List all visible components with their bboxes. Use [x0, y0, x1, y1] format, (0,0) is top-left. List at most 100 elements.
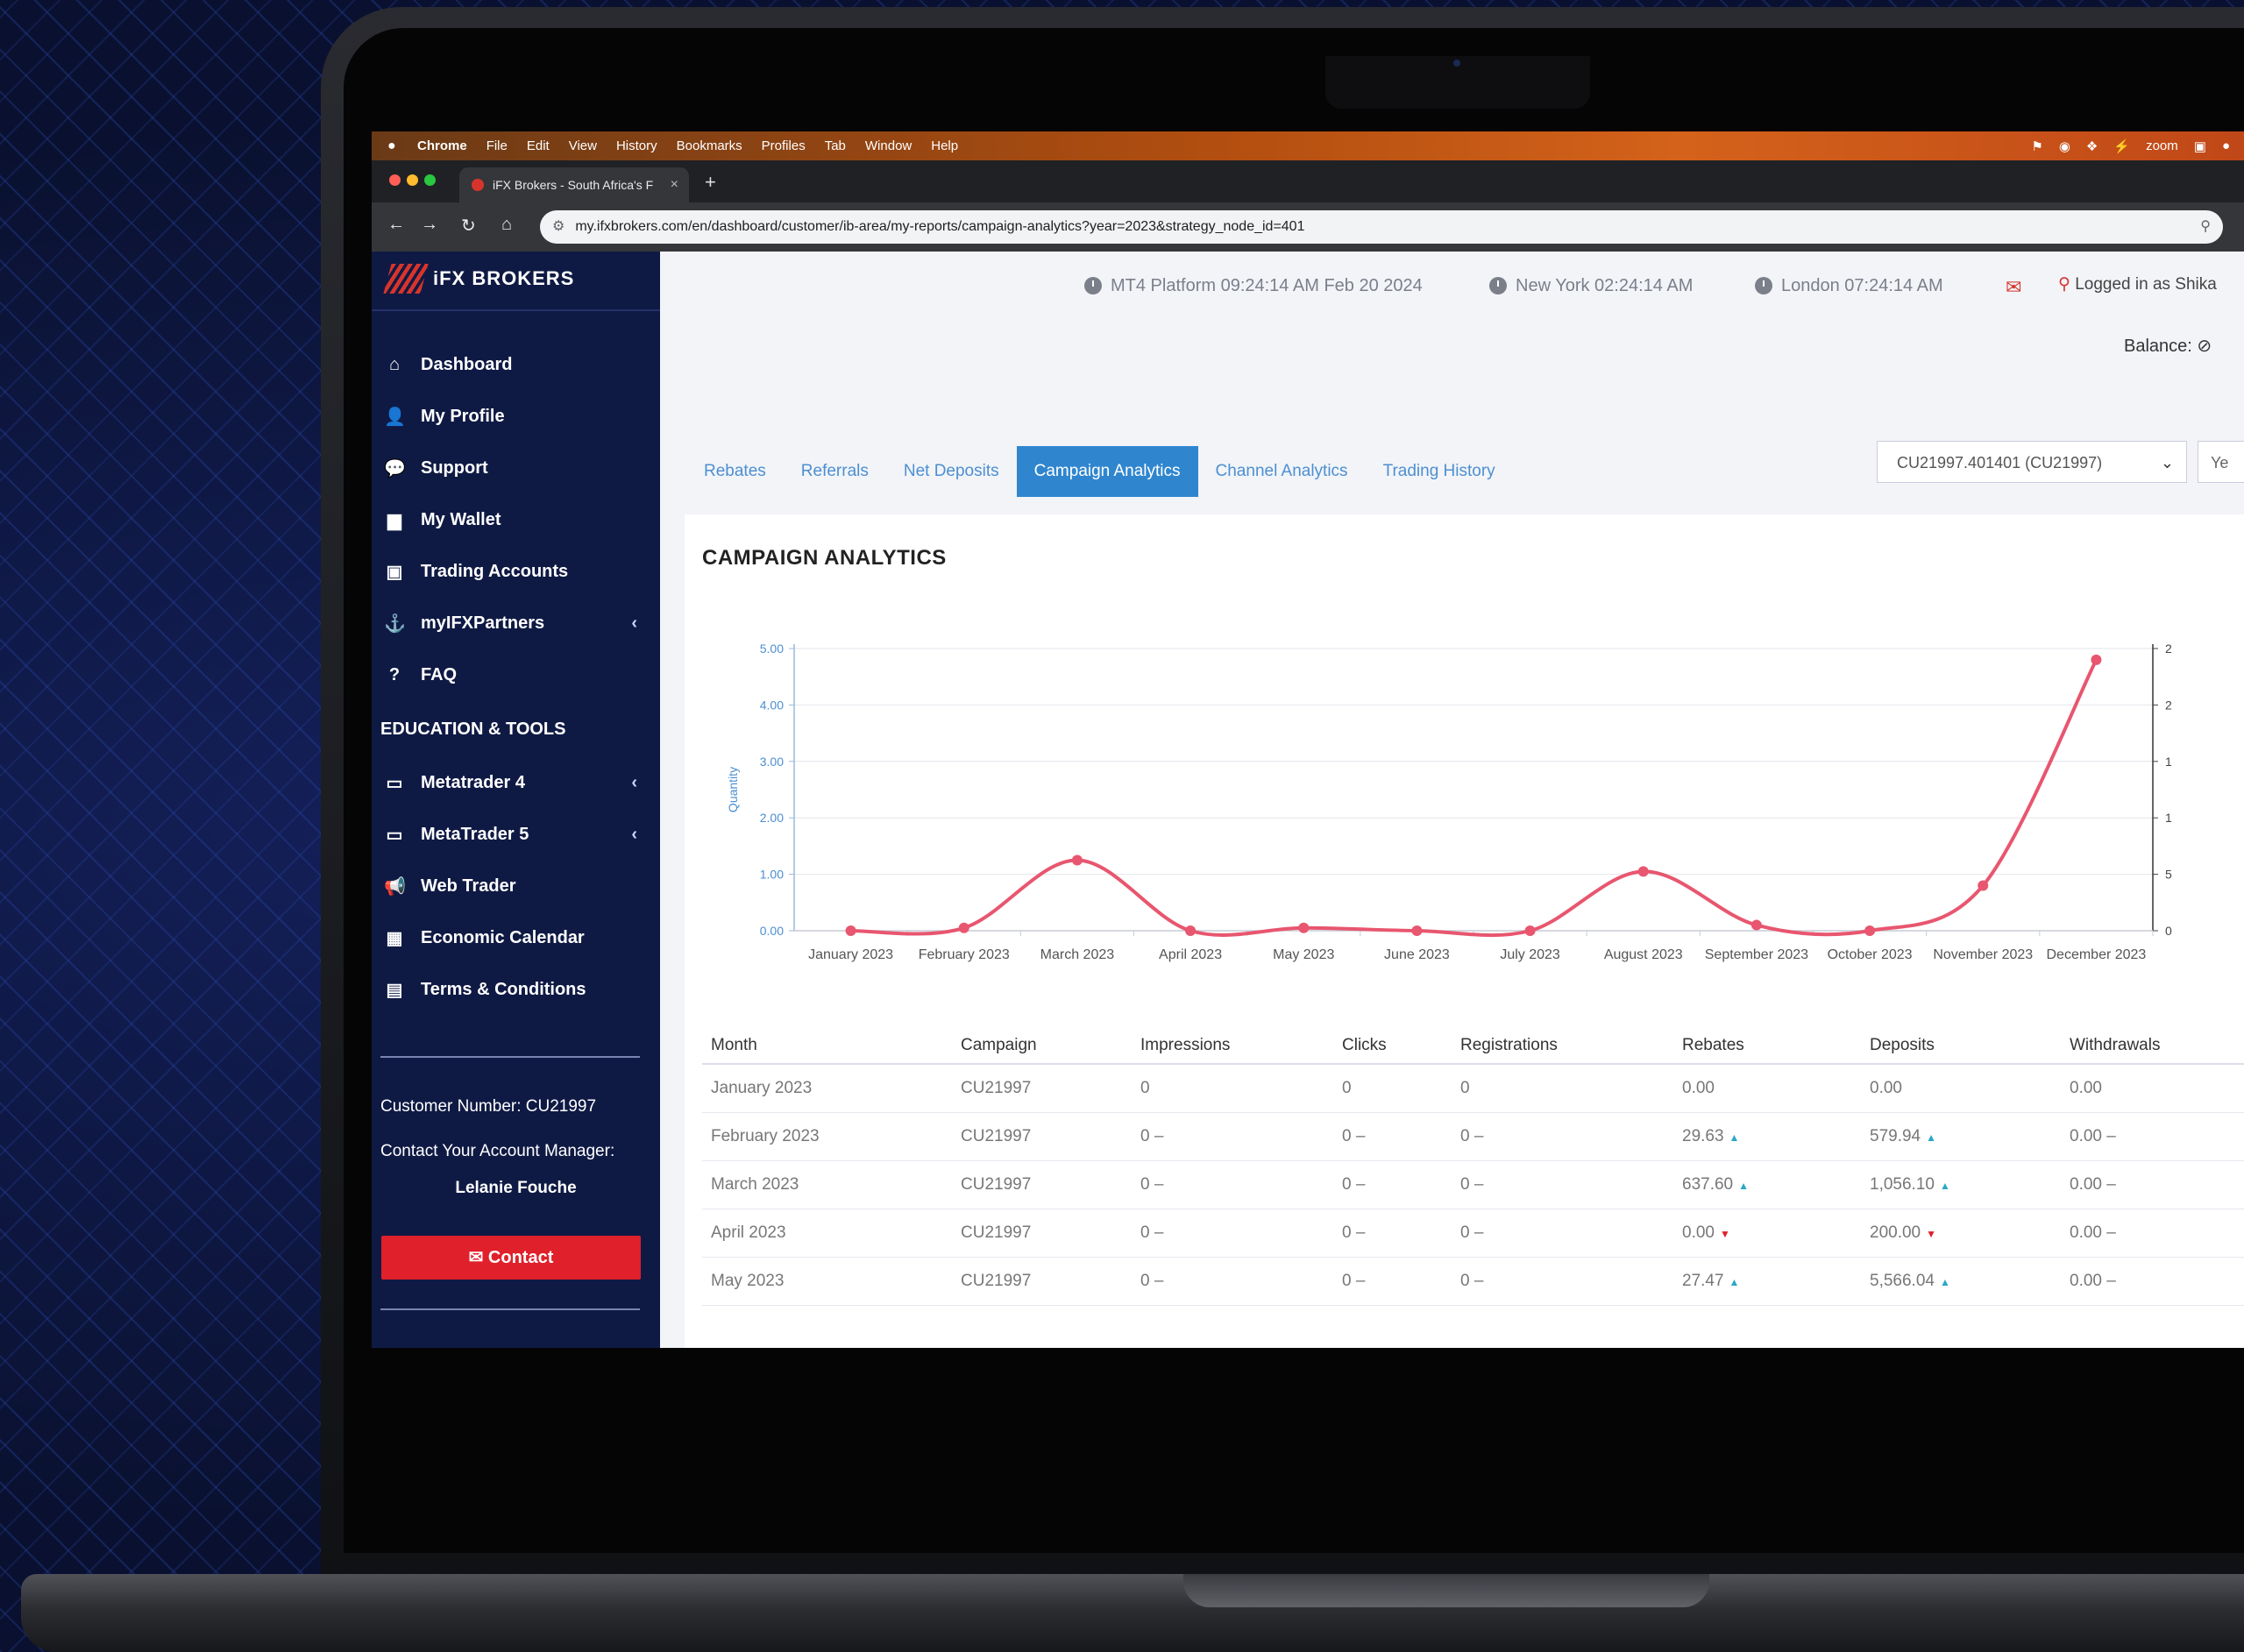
menu-window[interactable]: Window — [865, 138, 912, 153]
brand-logo[interactable]: iFX BROKERS — [383, 264, 574, 294]
user-icon: 👤 — [384, 408, 406, 427]
table-cell-registrations: 0 – — [1460, 1209, 1483, 1257]
cell-value: 0.00 — [2070, 1079, 2102, 1097]
cell-value: 5,566.04 — [1870, 1272, 1935, 1290]
data-point — [1071, 854, 1083, 866]
table-cell-rebates: 29.63 ▲ — [1682, 1113, 1739, 1160]
chevron-left-icon[interactable]: ‹ — [631, 773, 637, 793]
close-tab-icon[interactable]: × — [671, 177, 678, 193]
tab-campaign-analytics[interactable]: Campaign Analytics — [1016, 446, 1198, 497]
table-cell-month: May 2023 — [711, 1258, 784, 1305]
eye-slash-icon[interactable]: ⊘ — [2197, 337, 2212, 356]
table-cell-month: January 2023 — [711, 1065, 812, 1112]
menu-file[interactable]: File — [486, 138, 508, 153]
x-tick-label: April 2023 — [1159, 947, 1222, 962]
home-icon[interactable]: ⌂ — [501, 215, 512, 235]
address-bar[interactable]: ⚙ my.ifxbrokers.com/en/dashboard/customer… — [540, 210, 2223, 244]
clock-icon — [1489, 277, 1507, 294]
tab-channel-analytics[interactable]: Channel Analytics — [1198, 446, 1366, 497]
chevron-left-icon[interactable]: ‹ — [631, 825, 637, 845]
dropbox-icon[interactable]: ❖ — [2086, 138, 2098, 154]
account-select[interactable]: CU21997.401401 (CU21997) ⌄ — [1877, 441, 2187, 483]
tab-trading-history[interactable]: Trading History — [1366, 446, 1513, 497]
menu-help[interactable]: Help — [931, 138, 958, 153]
contact-button[interactable]: ✉ Contact — [381, 1236, 641, 1280]
table-cell-clicks: 0 — [1342, 1065, 1352, 1112]
close-window-button[interactable] — [389, 174, 401, 186]
table-row: April 2023 CU21997 0 –0 –0 –0.00 ▼ 200.00 ▼ 0.… — [702, 1209, 2244, 1258]
x-tick-label: January 2023 — [808, 947, 893, 962]
sidebar-item-terms[interactable]: ▤ Terms & Conditions — [372, 964, 660, 1016]
status-icon[interactable]: ⚑ — [2031, 138, 2042, 154]
table-cell-impressions: 0 – — [1140, 1258, 1163, 1305]
minimize-window-button[interactable] — [407, 174, 418, 186]
zoom-status[interactable]: zoom — [2146, 138, 2178, 153]
apple-icon[interactable]: ● — [387, 138, 405, 154]
sidebar-item-economic-calendar[interactable]: ▦ Economic Calendar — [372, 912, 660, 964]
sidebar-item-dashboard[interactable]: ⌂ Dashboard — [372, 339, 660, 391]
chevron-left-icon[interactable]: ‹ — [631, 613, 637, 634]
column-header: Withdrawals — [2070, 1036, 2161, 1054]
data-point — [1637, 866, 1649, 877]
menu-view[interactable]: View — [569, 138, 597, 153]
table-row: February 2023 CU21997 0 –0 –0 –29.63 ▲ 579.9… — [702, 1113, 2244, 1161]
y2-tick-label: 1 — [2165, 811, 2172, 825]
sidebar-item-web-trader[interactable]: 📢 Web Trader — [372, 861, 660, 912]
column-header: Impressions — [1140, 1036, 1231, 1054]
sidebar-item-myifxpartners[interactable]: ⚓ myIFXPartners ‹ — [372, 598, 660, 649]
notion-icon[interactable]: ▣ — [2194, 138, 2206, 154]
sidebar-item-label: Terms & Conditions — [421, 980, 586, 999]
campaign-analytics-panel: CAMPAIGN ANALYTICS 0.00 0 1.00 5 2.00 1 3.00 1 4… — [685, 514, 2244, 1348]
tab-referrals[interactable]: Referrals — [784, 446, 886, 497]
menu-edit[interactable]: Edit — [527, 138, 550, 153]
favicon-icon — [472, 179, 484, 191]
cell-value: 0 – — [1460, 1175, 1484, 1194]
report-tabs: Rebates Referrals Net Deposits Campaign … — [686, 446, 1513, 497]
menu-history[interactable]: History — [616, 138, 657, 153]
table-cell-deposits: 1,056.10 ▲ — [1870, 1161, 1950, 1209]
sidebar-item-my-profile[interactable]: 👤 My Profile — [372, 391, 660, 443]
menu-tab[interactable]: Tab — [825, 138, 846, 153]
table-cell-registrations: 0 – — [1460, 1113, 1483, 1160]
sidebar-item-faq[interactable]: ? FAQ — [372, 649, 660, 701]
sidebar-item-label: MetaTrader 5 — [421, 825, 529, 844]
tab-net-deposits[interactable]: Net Deposits — [886, 446, 1017, 497]
browser-tab[interactable]: iFX Brokers - South Africa's F × — [459, 167, 689, 202]
menu-bookmarks[interactable]: Bookmarks — [677, 138, 742, 153]
back-icon[interactable]: ← — [387, 215, 405, 235]
status-icon[interactable]: ◉ — [2059, 138, 2070, 154]
menu-app[interactable]: Chrome — [417, 138, 467, 153]
bolt-icon[interactable]: ⚡ — [2113, 138, 2130, 154]
zoom-icon[interactable]: ⚲ — [2200, 210, 2211, 244]
status-icon[interactable]: ● — [2222, 138, 2230, 153]
sidebar-item-metatrader-5[interactable]: ▭ MetaTrader 5 ‹ — [372, 809, 660, 861]
logged-in-user[interactable]: ⚲ Logged in as Shika — [2058, 274, 2217, 294]
reload-icon[interactable]: ↻ — [461, 215, 476, 237]
sidebar-item-my-wallet[interactable]: ▆ My Wallet — [372, 494, 660, 546]
data-point — [1411, 925, 1423, 936]
table-cell-rebates: 637.60 ▲ — [1682, 1161, 1749, 1209]
menu-profiles[interactable]: Profiles — [762, 138, 806, 153]
maximize-window-button[interactable] — [424, 174, 436, 186]
new-tab-button[interactable]: + — [705, 171, 716, 194]
sidebar-item-support[interactable]: 💬 Support — [372, 443, 660, 494]
sidebar-item-trading-accounts[interactable]: ▣ Trading Accounts — [372, 546, 660, 598]
site-settings-icon[interactable]: ⚙ — [552, 219, 565, 234]
cell-value: 0 – — [1460, 1223, 1484, 1242]
year-select[interactable]: Ye — [2198, 441, 2244, 483]
x-tick-label: May 2023 — [1273, 947, 1334, 962]
sidebar-item-metatrader-4[interactable]: ▭ Metatrader 4 ‹ — [372, 757, 660, 809]
mail-icon[interactable]: ✉ — [2006, 276, 2021, 299]
cell-value: 637.60 — [1682, 1175, 1734, 1194]
camera-icon — [1453, 60, 1460, 67]
sidebar-item-label: My Profile — [421, 407, 505, 426]
table-cell-month: March 2023 — [711, 1161, 799, 1209]
x-tick-label: February 2023 — [919, 947, 1010, 962]
trend-indicator: ▲ — [1738, 1180, 1750, 1192]
tab-rebates[interactable]: Rebates — [686, 446, 784, 497]
divider — [380, 1056, 640, 1058]
table-cell-impressions: 0 – — [1140, 1113, 1163, 1160]
data-point — [1298, 922, 1310, 933]
forward-icon[interactable]: → — [421, 215, 438, 235]
y-tick-label: 2.00 — [760, 811, 784, 825]
